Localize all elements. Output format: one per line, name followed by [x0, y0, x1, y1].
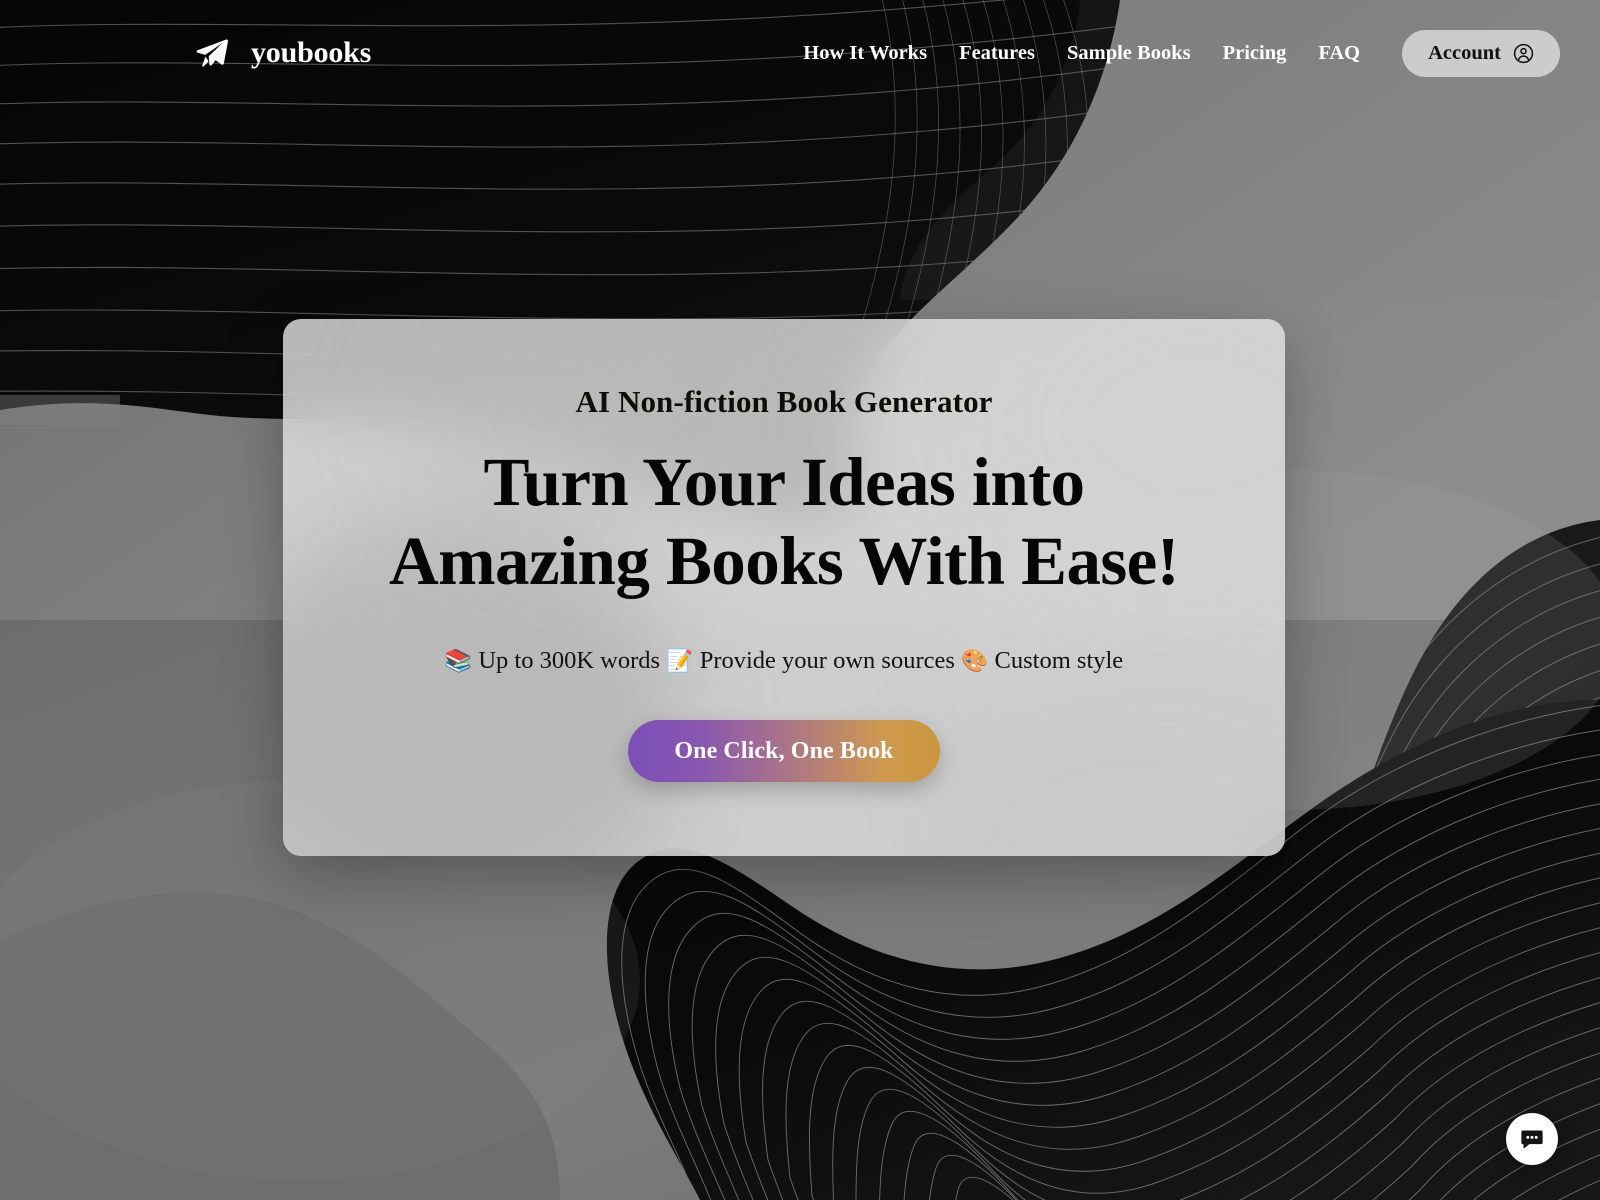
feature-text-words: Up to 300K words — [478, 646, 661, 674]
palette-emoji-icon: 🎨 — [961, 648, 989, 674]
site-header: youbooks How It Works Features Sample Bo… — [0, 0, 1600, 106]
one-click-one-book-button[interactable]: One Click, One Book — [628, 720, 940, 783]
nav-item-pricing[interactable]: Pricing — [1207, 35, 1303, 72]
memo-emoji-icon: 📝 — [666, 648, 694, 674]
brand-name: youbooks — [251, 36, 372, 69]
feature-text-sources: Provide your own sources — [699, 646, 955, 674]
hero-eyebrow: AI Non-fiction Book Generator — [575, 384, 993, 419]
landing-page: youbooks How It Works Features Sample Bo… — [0, 0, 1600, 1200]
chat-bubble-icon — [1519, 1126, 1545, 1152]
account-button-label: Account — [1428, 41, 1501, 64]
chat-widget-button[interactable] — [1506, 1113, 1558, 1165]
brand-logo[interactable]: youbooks — [195, 36, 371, 70]
page-title: Turn Your Ideas into Amazing Books With … — [283, 443, 1285, 602]
user-circle-icon — [1513, 43, 1534, 64]
nav-item-sample-books[interactable]: Sample Books — [1051, 35, 1207, 72]
books-emoji-icon: 📚 — [444, 648, 473, 674]
headline-line-2: Amazing Books With Ease! — [388, 523, 1180, 600]
paper-plane-icon — [195, 36, 229, 70]
hero-card: AI Non-fiction Book Generator Turn Your … — [283, 319, 1285, 856]
hero-cta-row: One Click, One Book — [283, 720, 1285, 783]
nav-item-how-it-works[interactable]: How It Works — [787, 35, 943, 72]
main-navigation: How It Works Features Sample Books Prici… — [787, 29, 1560, 77]
nav-item-faq[interactable]: FAQ — [1302, 35, 1376, 72]
headline-line-1: Turn Your Ideas into — [483, 444, 1086, 521]
nav-item-features[interactable]: Features — [943, 35, 1051, 72]
hero-feature-list: 📚 Up to 300K words 📝 Provide your own so… — [283, 646, 1285, 677]
account-button[interactable]: Account — [1402, 29, 1560, 77]
feature-text-style: Custom style — [994, 646, 1124, 674]
